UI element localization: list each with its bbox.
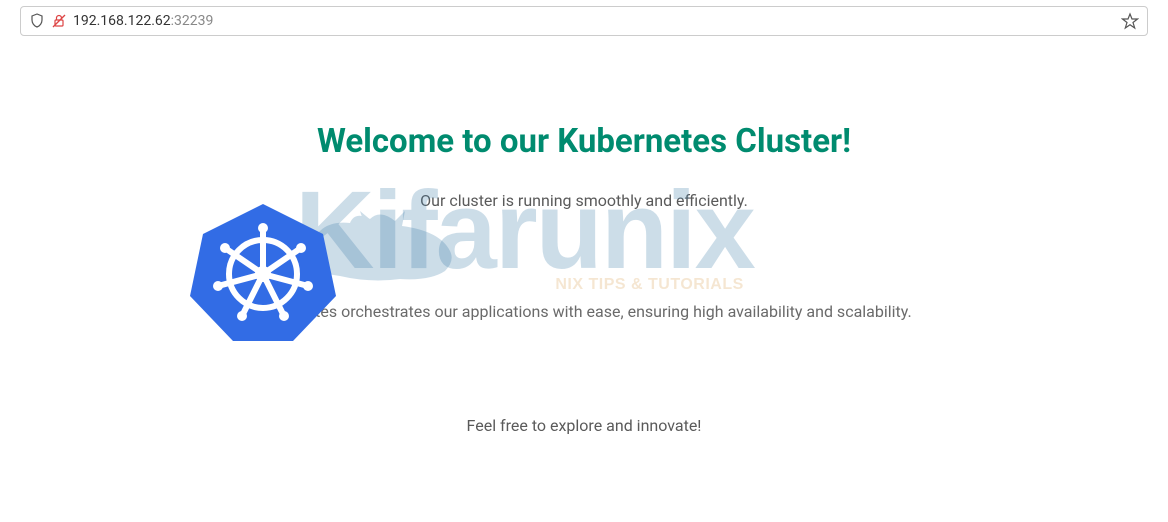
url-text[interactable]: 192.168.122.62:32239 <box>73 13 1121 29</box>
url-host: 192.168.122.62 <box>73 13 171 29</box>
insecure-lock-icon[interactable] <box>51 13 67 29</box>
page-title: Welcome to our Kubernetes Cluster! <box>0 122 1168 161</box>
page-footer-text: Feel free to explore and innovate! <box>0 416 1168 435</box>
kubernetes-logo-icon <box>188 196 338 346</box>
page-body-text: Kubernetes orchestrates our applications… <box>256 302 911 321</box>
url-port: :32239 <box>171 13 214 29</box>
shield-icon[interactable] <box>29 13 45 29</box>
bookmark-star-icon[interactable] <box>1121 12 1139 30</box>
url-bar[interactable]: 192.168.122.62:32239 <box>20 6 1148 36</box>
